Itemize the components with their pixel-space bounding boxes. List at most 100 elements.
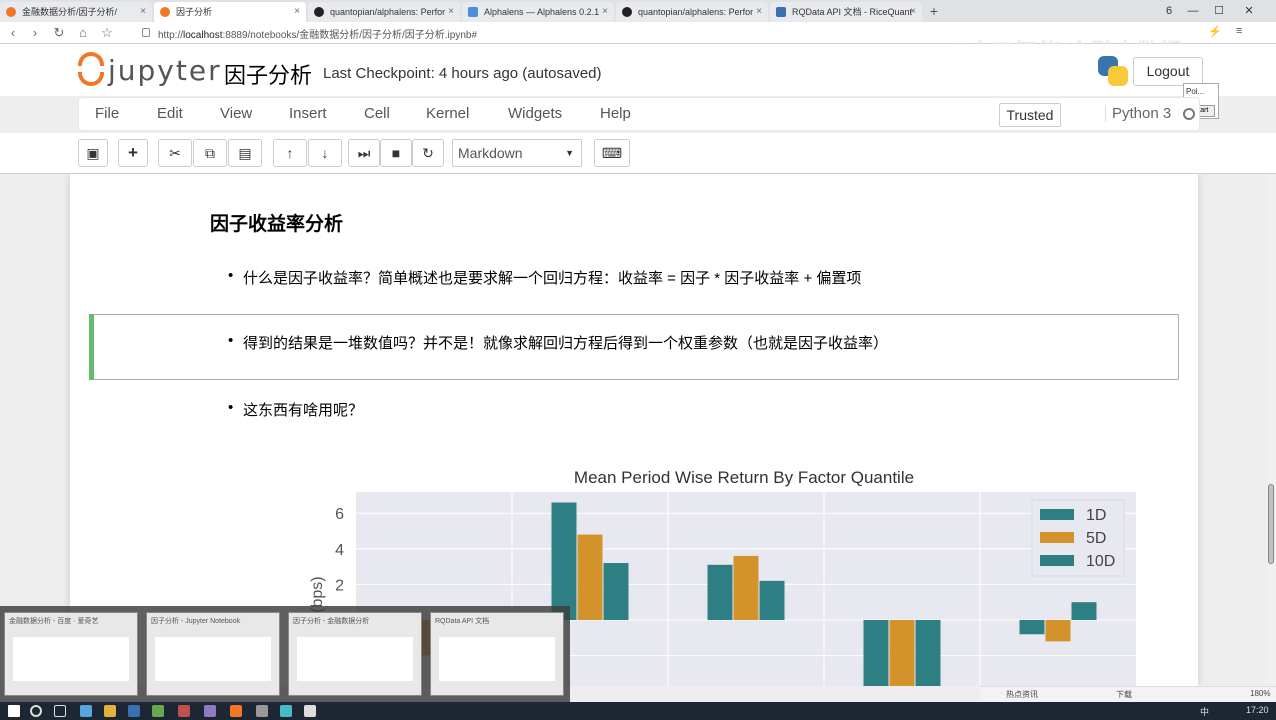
cell-type-select[interactable]: Markdown ▼ xyxy=(452,139,582,167)
move-up-icon[interactable]: ↑ xyxy=(273,139,307,167)
paste-icon[interactable]: ▤ xyxy=(228,139,262,167)
browser-tab[interactable]: Alphalens — Alphalens 0.2.1 × xyxy=(462,2,614,22)
bullet-item-3: 这东西有啥用呢？ xyxy=(228,399,363,420)
run-icon[interactable]: ⏭ xyxy=(348,139,380,167)
app-taskbar-icon-2[interactable] xyxy=(152,705,164,717)
menu-edit[interactable]: Edit xyxy=(157,105,183,122)
tab-title: RQData API 文档 - RiceQuant xyxy=(792,7,913,17)
ricequant-icon xyxy=(776,7,786,17)
status-zoom[interactable]: 180% xyxy=(1250,689,1270,698)
bar-10D-q3 xyxy=(759,580,785,620)
scrollbar-thumb[interactable] xyxy=(1268,484,1274,564)
close-tab-icon[interactable]: × xyxy=(140,2,146,22)
menu-widgets[interactable]: Widgets xyxy=(508,105,562,122)
logout-button[interactable]: Logout xyxy=(1133,57,1203,86)
chart-title: Mean Period Wise Return By Factor Quanti… xyxy=(574,468,914,487)
keyboard-icon[interactable]: ⌨ xyxy=(594,139,630,167)
status-download[interactable]: 下载 xyxy=(1116,689,1132,700)
restart-icon[interactable]: ↻ xyxy=(412,139,444,167)
home-icon[interactable]: ⌂ xyxy=(74,24,92,42)
legend-label: 10D xyxy=(1086,553,1115,570)
menu-view[interactable]: View xyxy=(220,105,252,122)
menu-insert[interactable]: Insert xyxy=(289,105,327,122)
app-taskbar-icon[interactable] xyxy=(128,705,140,717)
app-taskbar-icon-7[interactable] xyxy=(280,705,292,717)
window-thumbnail[interactable]: RQData API 文档 xyxy=(430,612,564,696)
legend-label: 5D xyxy=(1086,530,1106,547)
close-tab-icon[interactable]: × xyxy=(448,2,454,22)
legend-swatch xyxy=(1040,555,1074,566)
page-info-icon[interactable] xyxy=(142,28,150,37)
bullet-item-2: 得到的结果是一堆数值吗？并不是！就像求解回归方程后得到一个权重参数（也就是因子收… xyxy=(228,332,888,353)
bar-10D-q5 xyxy=(1071,602,1097,620)
back-icon[interactable]: ‹ xyxy=(4,24,22,42)
close-tab-icon[interactable]: × xyxy=(602,2,608,22)
bookmark-star-icon[interactable]: ☆ xyxy=(98,24,116,42)
clock[interactable]: 17:20 xyxy=(1246,705,1269,715)
window-thumbnail[interactable]: 因子分析 - Jupyter Notebook xyxy=(146,612,280,696)
bar-10D-q4 xyxy=(915,620,941,686)
insert-cell-icon[interactable]: + xyxy=(118,139,148,167)
app-taskbar-icon-8[interactable] xyxy=(304,705,316,717)
save-icon[interactable]: ▣ xyxy=(78,139,108,167)
menu-help[interactable]: Help xyxy=(600,105,631,122)
cut-icon[interactable]: ✂ xyxy=(158,139,192,167)
browser-tab[interactable]: 金融数据分析/因子分析/ × xyxy=(0,2,152,22)
folder-taskbar-icon[interactable] xyxy=(104,705,116,717)
kernel-name[interactable]: Python 3 xyxy=(1105,105,1171,122)
jupyter-logo-icon[interactable] xyxy=(76,52,106,86)
bar-1D-q4 xyxy=(863,620,889,686)
y-tick-label: 2 xyxy=(335,577,344,594)
github-icon xyxy=(314,7,324,17)
menu-cell[interactable]: Cell xyxy=(364,105,390,122)
browser-status-bar: 热点资讯 下载 180% xyxy=(980,686,1276,702)
close-tab-icon[interactable]: × xyxy=(756,2,762,22)
ime-indicator[interactable]: 中 xyxy=(1200,705,1209,718)
minimize-button[interactable]: — xyxy=(1180,0,1206,22)
page-scrollbar[interactable] xyxy=(1266,174,1276,686)
github-icon xyxy=(622,7,632,17)
jupyter-logo-text[interactable]: jupyter xyxy=(108,54,222,87)
browser-taskbar-icon[interactable] xyxy=(80,705,92,717)
status-news[interactable]: 热点资讯 xyxy=(1006,689,1038,700)
browser-tab[interactable]: quantopian/alphalens: Perfor × xyxy=(308,2,460,22)
close-window-button[interactable]: ✕ xyxy=(1236,0,1262,22)
windows-start-icon[interactable] xyxy=(8,705,20,717)
browser-tab[interactable]: 因子分析 × xyxy=(154,2,306,22)
trusted-indicator[interactable]: Trusted xyxy=(999,103,1061,127)
move-down-icon[interactable]: ↓ xyxy=(308,139,342,167)
app-taskbar-icon-6[interactable] xyxy=(256,705,268,717)
menu-icon[interactable]: ≡ xyxy=(1236,25,1242,37)
reload-icon[interactable]: ↻ xyxy=(50,24,68,42)
app-taskbar-icon-3[interactable] xyxy=(178,705,190,717)
bar-10D-q2 xyxy=(603,563,629,620)
notebook-title[interactable]: 因子分析 xyxy=(224,58,312,90)
task-view-icon[interactable] xyxy=(54,705,66,717)
maximize-button[interactable]: ☐ xyxy=(1206,0,1232,22)
bar-5D-q5 xyxy=(1045,620,1071,642)
doc-icon xyxy=(468,7,478,17)
copy-icon[interactable]: ⧉ xyxy=(193,139,227,167)
menu-kernel[interactable]: Kernel xyxy=(426,105,469,122)
close-tab-icon[interactable]: × xyxy=(294,2,300,22)
interrupt-icon[interactable]: ■ xyxy=(380,139,412,167)
forward-icon[interactable]: › xyxy=(26,24,44,42)
app-taskbar-icon-5[interactable] xyxy=(230,705,242,717)
legend-swatch xyxy=(1040,532,1074,543)
windows-taskbar: 中 17:20 xyxy=(0,702,1276,720)
bar-1D-q5 xyxy=(1019,620,1045,635)
search-icon[interactable] xyxy=(30,705,42,717)
browser-tab[interactable]: quantopian/alphalens: Perfor × xyxy=(616,2,768,22)
window-badge[interactable]: 6 xyxy=(1156,0,1182,22)
close-tab-icon[interactable]: × xyxy=(910,2,916,22)
extension-icon[interactable]: ⚡ xyxy=(1208,25,1222,38)
tab-title: 因子分析 xyxy=(176,7,213,17)
menu-file[interactable]: File xyxy=(95,105,119,122)
app-taskbar-icon-4[interactable] xyxy=(204,705,216,717)
window-thumbnail[interactable]: 金融数据分析 - 百度 · 爱奇艺 xyxy=(4,612,138,696)
window-thumbnail[interactable]: 因子分析 - 金融数据分析 xyxy=(288,612,422,696)
bullet-item-1: 什么是因子收益率？简单概述也是要求解一个回归方程：收益率 = 因子 * 因子收益… xyxy=(228,267,861,288)
browser-tab[interactable]: RQData API 文档 - RiceQuant × xyxy=(770,2,922,22)
new-tab-button[interactable]: + xyxy=(924,2,944,22)
url-field[interactable]: http://localhost:8889/notebooks/金融数据分析/因… xyxy=(158,26,477,41)
